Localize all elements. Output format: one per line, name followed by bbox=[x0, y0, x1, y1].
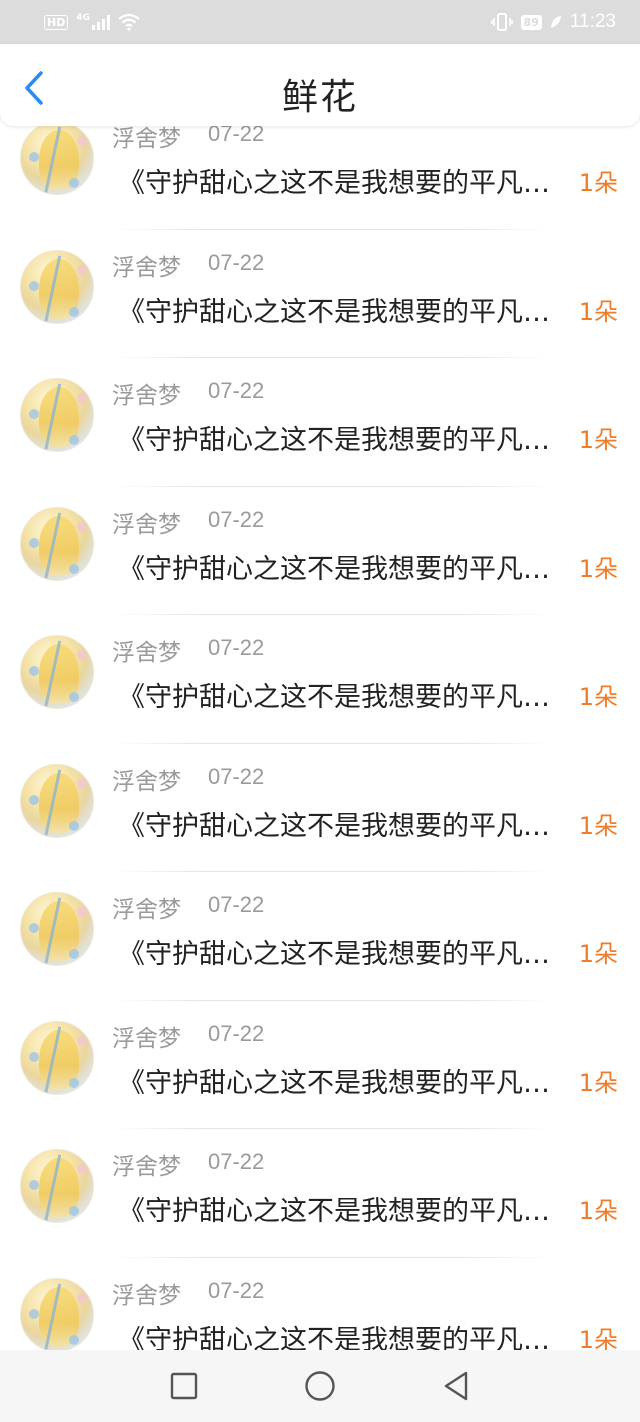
username: 浮舍梦 bbox=[112, 254, 181, 281]
username: 浮舍梦 bbox=[112, 1282, 181, 1309]
username: 浮舍梦 bbox=[112, 383, 181, 409]
work-title: 《守护甜心之这不是我想要的平凡生活》 bbox=[118, 682, 570, 713]
flower-count: 1朵 bbox=[578, 554, 618, 583]
work-title: 《守护甜心之这不是我想要的平凡生活》 bbox=[118, 553, 570, 585]
work-title: 《守护甜心之这不是我想要的平凡生活》 bbox=[118, 1067, 570, 1099]
list-item[interactable]: 浮舍梦 07-22 《守护甜心之这不是我想要的平凡生活》 1朵 bbox=[0, 1258, 640, 1351]
triangle-back-icon bbox=[444, 1371, 468, 1401]
list-item[interactable]: 浮舍梦 07-22 《守护甜心之这不是我想要的平凡生活》 1朵 bbox=[0, 744, 640, 872]
list-item[interactable]: 浮舍梦 07-22 《守护甜心之这不是我想要的平凡生活》 1朵 bbox=[0, 1129, 640, 1258]
avatar[interactable] bbox=[20, 763, 94, 838]
flower-count: 1朵 bbox=[578, 169, 618, 197]
date: 07-22 bbox=[208, 506, 265, 532]
header: 鲜花 bbox=[0, 44, 640, 126]
username: 浮舍梦 bbox=[112, 768, 181, 795]
list-item[interactable]: 浮舍梦 07-22 《守护甜心之这不是我想要的平凡生活》 1朵 bbox=[0, 615, 640, 744]
list-item[interactable]: 浮舍梦 07-22 《守护甜心之这不是我想要的平凡生活》 1朵 bbox=[0, 1001, 640, 1129]
date: 07-22 bbox=[208, 635, 265, 660]
back-nav-button[interactable] bbox=[388, 1350, 524, 1422]
list-item[interactable]: 浮舍梦 07-22 《守护甜心之这不是我想要的平凡生活》 1朵 bbox=[0, 126, 640, 230]
flower-list-inner: 浮舍梦 07-22 《守护甜心之这不是我想要的平凡生活》 1朵 浮舍梦 07-2… bbox=[0, 126, 640, 1350]
flower-count: 1朵 bbox=[578, 811, 618, 840]
list-item[interactable]: 浮舍梦 07-22 《守护甜心之这不是我想要的平凡生活》 1朵 bbox=[0, 487, 640, 615]
avatar[interactable] bbox=[20, 635, 94, 709]
leaf-icon bbox=[550, 16, 561, 28]
battery-icon: 89 bbox=[520, 14, 542, 30]
flower-count: 1朵 bbox=[578, 1325, 618, 1351]
avatar[interactable] bbox=[20, 1149, 94, 1223]
circle-icon bbox=[305, 1371, 335, 1401]
work-title: 《守护甜心之这不是我想要的平凡生活》 bbox=[118, 939, 570, 970]
date: 07-22 bbox=[208, 1277, 265, 1303]
date: 07-22 bbox=[208, 126, 265, 146]
flower-count: 1朵 bbox=[578, 683, 618, 711]
username: 浮舍梦 bbox=[112, 897, 181, 923]
flower-list[interactable]: 浮舍梦 07-22 《守护甜心之这不是我想要的平凡生活》 1朵 浮舍梦 07-2… bbox=[0, 126, 640, 1350]
list-item[interactable]: 浮舍梦 07-22 《守护甜心之这不是我想要的平凡生活》 1朵 bbox=[0, 358, 640, 487]
flower-count: 1朵 bbox=[578, 940, 618, 968]
signal-icon bbox=[92, 14, 110, 30]
home-button[interactable] bbox=[252, 1350, 388, 1422]
status-right: 89 11:23 bbox=[490, 11, 616, 33]
username: 浮舍梦 bbox=[112, 511, 181, 538]
username: 浮舍梦 bbox=[112, 1154, 181, 1180]
date: 07-22 bbox=[208, 249, 265, 275]
list-item[interactable]: 浮舍梦 07-22 《守护甜心之这不是我想要的平凡生活》 1朵 bbox=[0, 872, 640, 1001]
work-title: 《守护甜心之这不是我想要的平凡生活》 bbox=[118, 1324, 570, 1351]
avatar[interactable] bbox=[20, 126, 94, 195]
flower-count: 1朵 bbox=[578, 1197, 618, 1225]
work-title: 《守护甜心之这不是我想要的平凡生活》 bbox=[118, 1196, 570, 1227]
recent-apps-button[interactable] bbox=[116, 1350, 252, 1422]
vibrate-icon bbox=[490, 13, 513, 31]
date: 07-22 bbox=[208, 378, 265, 403]
flower-count: 1朵 bbox=[578, 1068, 618, 1097]
work-title: 《守护甜心之这不是我想要的平凡生活》 bbox=[118, 168, 570, 199]
avatar[interactable] bbox=[20, 378, 94, 452]
date: 07-22 bbox=[208, 763, 265, 789]
avatar[interactable] bbox=[20, 1020, 94, 1095]
work-title: 《守护甜心之这不是我想要的平凡生活》 bbox=[118, 810, 570, 842]
username: 浮舍梦 bbox=[112, 640, 181, 666]
square-icon bbox=[170, 1372, 198, 1400]
work-title: 《守护甜心之这不是我想要的平凡生活》 bbox=[118, 296, 570, 328]
page-title: 鲜花 bbox=[281, 77, 358, 118]
username: 浮舍梦 bbox=[112, 1025, 181, 1052]
date: 07-22 bbox=[208, 1020, 265, 1046]
work-title: 《守护甜心之这不是我想要的平凡生活》 bbox=[118, 425, 570, 456]
status-bar: HD 4G 89 11:23 bbox=[0, 0, 640, 44]
network-type: 4G bbox=[76, 13, 90, 23]
username: 浮舍梦 bbox=[112, 126, 181, 152]
avatar[interactable] bbox=[20, 506, 94, 581]
flower-count: 1朵 bbox=[578, 426, 618, 454]
date: 07-22 bbox=[208, 892, 265, 917]
avatar[interactable] bbox=[20, 1277, 94, 1350]
wifi-icon bbox=[118, 13, 140, 31]
date: 07-22 bbox=[208, 1149, 265, 1174]
status-left: HD 4G bbox=[44, 13, 140, 31]
system-nav-bar bbox=[0, 1350, 640, 1422]
avatar[interactable] bbox=[20, 249, 94, 324]
hd-badge: HD bbox=[44, 14, 69, 30]
clock: 11:23 bbox=[569, 11, 616, 32]
flower-count: 1朵 bbox=[578, 297, 618, 326]
list-item[interactable]: 浮舍梦 07-22 《守护甜心之这不是我想要的平凡生活》 1朵 bbox=[0, 230, 640, 358]
avatar[interactable] bbox=[20, 892, 94, 966]
